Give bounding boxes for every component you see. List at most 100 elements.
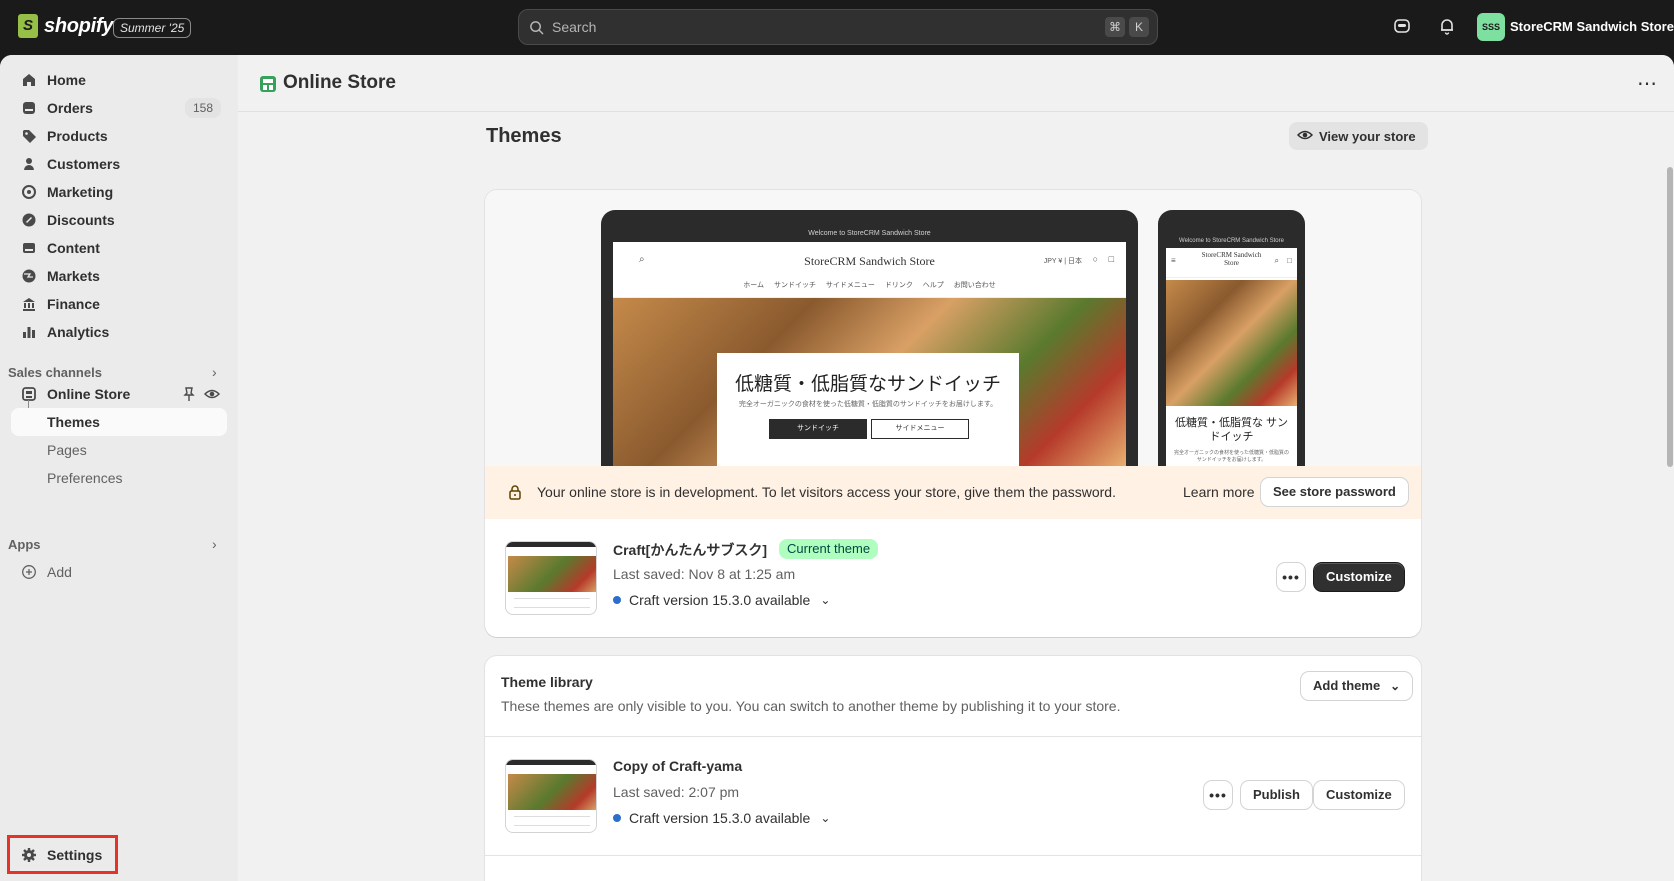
sidebar-item-pages[interactable]: Pages bbox=[11, 436, 227, 464]
pin-icon[interactable] bbox=[182, 386, 196, 405]
theme-more-actions-button[interactable]: ••• bbox=[1204, 781, 1232, 809]
sidebar-item-home[interactable]: Home bbox=[11, 66, 227, 94]
shopify-logo[interactable]: shopify bbox=[18, 14, 113, 38]
bell-icon[interactable] bbox=[1438, 17, 1458, 37]
version-label: Craft version 15.3.0 available bbox=[629, 810, 811, 826]
sidebar-item-customers[interactable]: Customers bbox=[11, 150, 227, 178]
sidebar-item-products[interactable]: Products bbox=[11, 122, 227, 150]
preview-menu: ホーム サンドイッチ サイドメニュー ドリンク ヘルプ お問い合わせ bbox=[743, 282, 996, 289]
hero-title: 低糖質・低脂質なサンドイッチ bbox=[734, 374, 1001, 395]
see-store-password-button[interactable]: See store password bbox=[1261, 478, 1408, 506]
scrollbar-thumb[interactable] bbox=[1667, 167, 1673, 467]
sidebar-item-finance[interactable]: Finance bbox=[11, 290, 227, 318]
mobile-preview: Welcome to StoreCRM Sandwich Store ≡ Sto… bbox=[1158, 210, 1305, 466]
hero-banner: 低糖質・低脂質なサンドイッチ 完全オーガニックの食材を使った低糖質・低脂質のサン… bbox=[717, 353, 1019, 466]
customize-button[interactable]: Customize bbox=[1314, 563, 1404, 591]
lock-icon bbox=[507, 484, 523, 500]
theme-more-actions-button[interactable]: ••• bbox=[1277, 563, 1305, 591]
hero-secondary-button: サイドメニュー bbox=[871, 419, 969, 439]
learn-more-link[interactable]: Learn more bbox=[1183, 484, 1255, 500]
sidebar-item-label: Marketing bbox=[47, 184, 114, 200]
theme-library-description: These themes are only visible to you. Yo… bbox=[501, 698, 1121, 714]
sales-channels-heading[interactable]: Sales channels bbox=[8, 365, 102, 380]
sidebar-item-label: Add bbox=[47, 564, 72, 580]
preview-currency: JPY ¥ | 日本 bbox=[1043, 258, 1082, 265]
theme-thumbnail bbox=[505, 759, 597, 833]
bank-icon bbox=[21, 296, 37, 312]
edition-badge[interactable]: Summer '25 bbox=[113, 18, 192, 38]
store-avatar[interactable]: SSS bbox=[1477, 13, 1505, 41]
sidebar-item-label: Customers bbox=[47, 156, 121, 172]
scrollbar[interactable] bbox=[1666, 112, 1674, 881]
preview-header: ⌕ StoreCRM Sandwich Store JPY ¥ | 日本 ○ □… bbox=[613, 242, 1126, 298]
sidebar-item-discounts[interactable]: Discounts bbox=[11, 206, 227, 234]
theme-name: Craft[かんたんサブスク] bbox=[613, 542, 767, 558]
version-label: Craft version 15.3.0 available bbox=[629, 592, 811, 608]
page-title: Online Store bbox=[283, 72, 396, 93]
sidebar-item-preferences[interactable]: Preferences bbox=[11, 464, 227, 492]
shortcut-k-key: K bbox=[1129, 17, 1149, 37]
admin-shell: Home Orders 158 Products Customers Marke… bbox=[0, 55, 1674, 881]
status-dot bbox=[613, 814, 621, 822]
search-icon: ⌕ bbox=[1274, 256, 1279, 265]
view-store-button[interactable]: View your store bbox=[1289, 122, 1428, 150]
sidebar-item-label: Discounts bbox=[47, 212, 115, 228]
sidebar-item-label: Analytics bbox=[47, 324, 110, 340]
chevron-down-icon: ⌄ bbox=[820, 593, 831, 607]
sidebar-item-add-app[interactable]: Add bbox=[11, 558, 227, 586]
theme-preview[interactable]: Welcome to StoreCRM Sandwich Store ⌕ Sto… bbox=[485, 190, 1421, 466]
sidebar-item-orders[interactable]: Orders 158 bbox=[11, 94, 227, 122]
eye-icon bbox=[1296, 127, 1314, 146]
sidebar-item-label: Products bbox=[47, 128, 108, 144]
sidekick-icon[interactable] bbox=[1393, 17, 1413, 37]
cart-icon: □ bbox=[1287, 256, 1292, 265]
add-theme-label: Add theme bbox=[1313, 678, 1381, 693]
orders-icon bbox=[21, 100, 37, 116]
sidebar-item-label: Finance bbox=[47, 296, 100, 312]
bar-chart-icon bbox=[21, 324, 37, 340]
theme-name: Copy of Craft-yama bbox=[613, 758, 743, 774]
settings-highlight-box bbox=[7, 835, 118, 874]
sidebar-item-analytics[interactable]: Analytics bbox=[11, 318, 227, 346]
sidebar-item-markets[interactable]: Markets bbox=[11, 262, 227, 290]
publish-button[interactable]: Publish bbox=[1241, 781, 1312, 809]
customize-button[interactable]: Customize bbox=[1314, 781, 1404, 809]
sidebar-item-marketing[interactable]: Marketing bbox=[11, 178, 227, 206]
mobile-store-title: StoreCRM Sandwich Store bbox=[1201, 251, 1262, 267]
chevron-down-icon: ⌄ bbox=[820, 811, 831, 825]
chevron-down-icon: ⌄ bbox=[1390, 679, 1401, 693]
shopify-bag-icon bbox=[18, 14, 38, 38]
search-icon bbox=[529, 20, 544, 35]
mobile-header: ≡ StoreCRM Sandwich Store ⌕ □ bbox=[1166, 248, 1297, 278]
tag-icon bbox=[21, 128, 37, 144]
store-name[interactable]: StoreCRM Sandwich Store bbox=[1510, 19, 1674, 34]
more-actions-icon[interactable]: ⋯ bbox=[1637, 71, 1658, 96]
desktop-preview: Welcome to StoreCRM Sandwich Store ⌕ Sto… bbox=[601, 210, 1138, 466]
theme-version-dropdown[interactable]: Craft version 15.3.0 available ⌄ bbox=[613, 810, 830, 826]
eye-icon[interactable] bbox=[203, 386, 221, 405]
logo-text: shopify bbox=[44, 14, 114, 37]
sidebar: Home Orders 158 Products Customers Marke… bbox=[0, 55, 238, 881]
plus-circle-icon bbox=[21, 564, 37, 580]
search-input[interactable]: Search ⌘ K bbox=[518, 9, 1158, 45]
theme-version-dropdown[interactable]: Craft version 15.3.0 available ⌄ bbox=[613, 592, 830, 608]
content-icon bbox=[21, 240, 37, 256]
sidebar-item-online-store[interactable]: Online Store bbox=[11, 380, 227, 408]
sidebar-item-label: Content bbox=[47, 240, 100, 256]
chevron-right-icon[interactable]: › bbox=[212, 536, 217, 552]
top-bar: shopify Summer '25 Search ⌘ K SSS StoreC… bbox=[0, 0, 1674, 55]
chevron-right-icon[interactable]: › bbox=[212, 364, 217, 380]
sidebar-item-label: Online Store bbox=[47, 386, 131, 402]
apps-heading[interactable]: Apps bbox=[8, 537, 41, 552]
theme-library-card: Theme library These themes are only visi… bbox=[485, 656, 1421, 881]
preview-announcement: Welcome to StoreCRM Sandwich Store bbox=[613, 226, 1126, 242]
sidebar-item-label: Themes bbox=[47, 414, 100, 430]
add-theme-button[interactable]: Add theme ⌄ bbox=[1301, 672, 1413, 700]
person-icon bbox=[21, 156, 37, 172]
mobile-hero-title: 低糖質・低脂質な サンドイッチ bbox=[1174, 417, 1289, 443]
sidebar-item-content[interactable]: Content bbox=[11, 234, 227, 262]
divider bbox=[485, 855, 1421, 856]
library-theme-row: Copy of Craft-yama Last saved: 2:07 pm C… bbox=[485, 737, 1421, 855]
sidebar-item-themes[interactable]: Themes bbox=[11, 408, 227, 436]
current-theme-row: Craft[かんたんサブスク] Current theme Last saved… bbox=[485, 519, 1421, 637]
